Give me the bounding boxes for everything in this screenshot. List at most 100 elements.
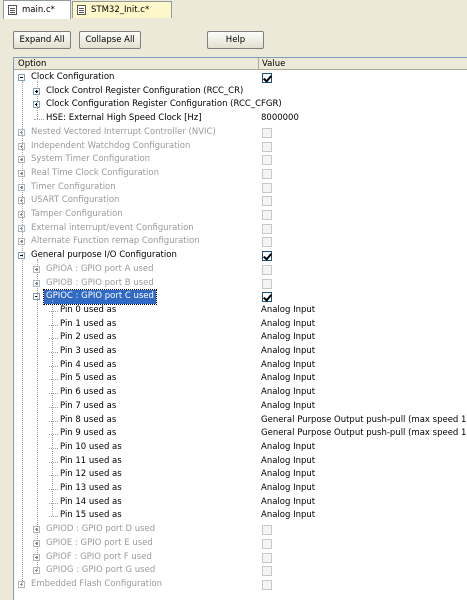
option-label[interactable]: Clock Control Register Configuration (RC… [46, 85, 243, 99]
option-value[interactable]: Analog Input [261, 509, 315, 523]
option-label[interactable]: General purpose I/O Configuration [31, 249, 177, 263]
option-checkbox[interactable] [262, 210, 272, 220]
tree-row[interactable]: Pin 14 used as Analog Input [14, 496, 467, 510]
tree-row[interactable]: Pin 15 used as Analog Input [14, 509, 467, 523]
tree-row[interactable]: Pin 10 used as Analog Input [14, 441, 467, 455]
tree-row[interactable]: GPIOF : GPIO port F used [14, 551, 467, 565]
tree-row[interactable]: Pin 13 used as Analog Input [14, 482, 467, 496]
option-value[interactable]: Analog Input [261, 400, 315, 414]
collapse-all-button[interactable]: Collapse All [79, 31, 141, 49]
option-checkbox[interactable] [262, 251, 272, 262]
option-label[interactable]: Clock Configuration [31, 71, 114, 85]
option-value[interactable]: Analog Input [261, 468, 315, 482]
option-label[interactable]: Timer Configuration [31, 181, 116, 195]
option-column-header[interactable]: Option [18, 58, 46, 70]
tree-row[interactable]: GPIOG : GPIO port G used [14, 564, 467, 578]
option-value[interactable]: Analog Input [261, 359, 315, 373]
tree-row[interactable]: Pin 3 used as Analog Input [14, 345, 467, 359]
tree-row[interactable]: Embedded Flash Configuration [14, 578, 467, 592]
option-checkbox[interactable] [262, 127, 272, 138]
tree-row[interactable]: GPIOC : GPIO port C used [14, 289, 467, 305]
tree-row[interactable]: Pin 9 used as General Purpose Output push… [14, 427, 467, 441]
option-label[interactable]: Pin 4 used as [60, 359, 116, 373]
option-label[interactable]: External interrupt/event Configuration [31, 222, 194, 236]
tree-row[interactable]: GPIOA : GPIO port A used [14, 263, 467, 277]
value-column-header[interactable]: Value [262, 58, 285, 70]
expand-all-button[interactable]: Expand All [13, 31, 71, 49]
tree-row[interactable]: Nested Vectored Interrupt Controller (NV… [14, 126, 467, 140]
option-label[interactable]: Pin 11 used as [60, 455, 122, 469]
option-checkbox[interactable] [262, 168, 272, 179]
tree-row[interactable]: Clock Configuration Register Configurati… [14, 98, 467, 112]
option-label[interactable]: GPIOA : GPIO port A used [46, 263, 154, 277]
option-value[interactable]: Analog Input [261, 386, 315, 400]
option-checkbox[interactable] [262, 552, 272, 563]
option-label[interactable]: GPIOE : GPIO port E used [46, 537, 153, 551]
option-value[interactable]: Analog Input [261, 318, 315, 332]
tree-row[interactable]: Pin 8 used as General Purpose Output push… [14, 414, 467, 428]
tree-row[interactable]: Clock Control Register Configuration (RC… [14, 85, 467, 99]
option-label[interactable]: Pin 1 used as [60, 318, 116, 332]
tree-row[interactable]: Pin 7 used as Analog Input [14, 400, 467, 414]
option-label[interactable]: GPIOC : GPIO port C used [43, 289, 157, 305]
option-checkbox[interactable] [262, 278, 272, 289]
tree-row[interactable]: Pin 0 used as Analog Input [14, 304, 467, 318]
option-value[interactable]: General Purpose Output push-pull (max sp… [261, 414, 467, 428]
tab-stm32-init-c[interactable]: STM32_Init.c* [72, 1, 172, 18]
option-label[interactable]: Independent Watchdog Configuration [31, 140, 190, 154]
option-checkbox[interactable] [262, 73, 272, 83]
option-checkbox[interactable] [262, 264, 272, 275]
option-label[interactable]: Pin 8 used as [60, 414, 116, 428]
option-label[interactable]: Pin 6 used as [60, 386, 116, 400]
option-value[interactable]: Analog Input [261, 345, 315, 359]
option-checkbox[interactable] [262, 141, 272, 152]
option-checkbox[interactable] [262, 538, 272, 549]
tree-row[interactable]: Alternate Function remap Configuration [14, 235, 467, 249]
tree-row[interactable]: Pin 1 used as Analog Input [14, 318, 467, 332]
option-label[interactable]: Pin 12 used as [60, 468, 122, 482]
option-checkbox[interactable] [262, 579, 272, 590]
option-checkbox[interactable] [262, 223, 272, 234]
option-label[interactable]: GPIOB : GPIO port B used [46, 277, 154, 291]
tree-row[interactable]: HSE: External High Speed Clock [Hz] 80000… [14, 112, 467, 126]
option-label[interactable]: Nested Vectored Interrupt Controller (NV… [31, 126, 216, 140]
option-checkbox[interactable] [262, 525, 272, 536]
option-label[interactable]: Pin 3 used as [60, 345, 116, 359]
option-checkbox[interactable] [262, 196, 272, 207]
tree-row[interactable]: Real Time Clock Configuration [14, 167, 467, 181]
tree-row[interactable]: System Timer Configuration [14, 153, 467, 167]
tree-row[interactable]: Clock Configuration [14, 71, 467, 85]
tree-row[interactable]: GPIOD : GPIO port D used [14, 523, 467, 537]
option-label[interactable]: Pin 0 used as [60, 304, 116, 318]
tree-row[interactable]: Pin 6 used as Analog Input [14, 386, 467, 400]
option-checkbox[interactable] [262, 155, 272, 166]
tree-row[interactable]: Pin 5 used as Analog Input [14, 372, 467, 386]
configuration-tree-grid[interactable]: Option Value Clock Configuration Clock Co… [13, 57, 467, 600]
tree-row[interactable]: USART Configuration [14, 194, 467, 208]
option-label[interactable]: GPIOD : GPIO port D used [46, 523, 155, 537]
tree-row[interactable]: Pin 4 used as Analog Input [14, 359, 467, 373]
option-label[interactable]: GPIOF : GPIO port F used [46, 551, 152, 565]
tab-main-c[interactable]: main.c* [3, 0, 71, 19]
option-value[interactable]: Analog Input [261, 455, 315, 469]
option-label[interactable]: Pin 9 used as [60, 427, 116, 441]
option-label[interactable]: Alternate Function remap Configuration [31, 235, 200, 249]
option-label[interactable]: GPIOG : GPIO port G used [46, 564, 155, 578]
option-value[interactable]: Analog Input [261, 441, 315, 455]
option-label[interactable]: Pin 5 used as [60, 372, 116, 386]
option-checkbox[interactable] [262, 292, 272, 303]
tree-row[interactable]: Pin 11 used as Analog Input [14, 455, 467, 469]
tree-row[interactable]: General purpose I/O Configuration [14, 249, 467, 263]
tree-row[interactable]: Pin 12 used as Analog Input [14, 468, 467, 482]
option-label[interactable]: Pin 14 used as [60, 496, 122, 510]
option-label[interactable]: Tamper Configuration [31, 208, 123, 222]
option-label[interactable]: Pin 13 used as [60, 482, 122, 496]
option-value[interactable]: Analog Input [261, 482, 315, 496]
option-value[interactable]: Analog Input [261, 304, 315, 318]
option-checkbox[interactable] [262, 182, 272, 193]
option-label[interactable]: Pin 2 used as [60, 331, 116, 345]
option-value[interactable]: 8000000 [261, 112, 299, 126]
help-button[interactable]: Help [207, 31, 264, 49]
tree-row[interactable]: Tamper Configuration [14, 208, 467, 222]
tree-row[interactable]: Independent Watchdog Configuration [14, 140, 467, 154]
